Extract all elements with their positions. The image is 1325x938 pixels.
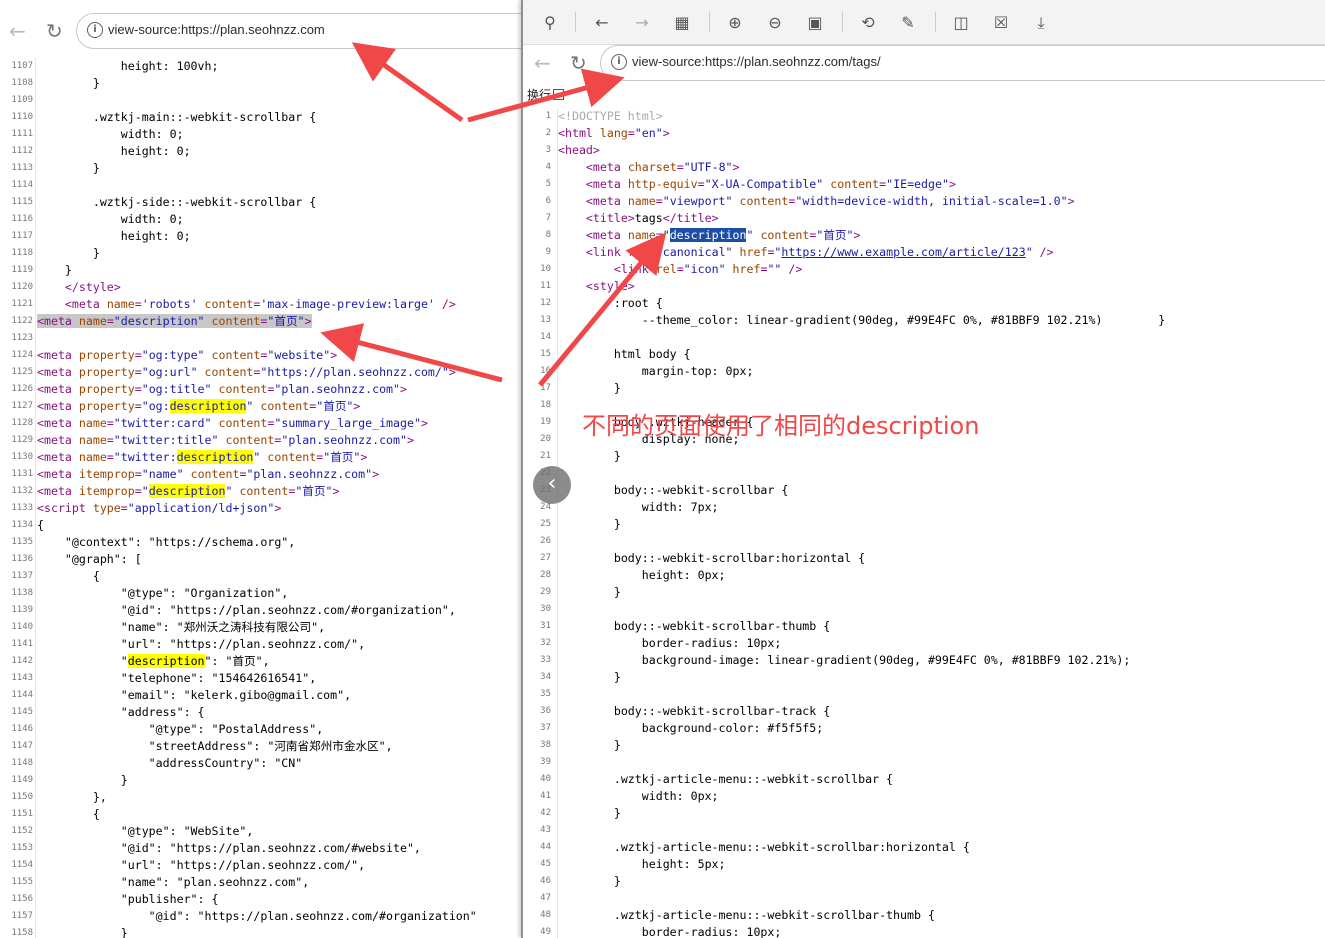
annotation-arrows (320, 42, 667, 387)
arrow-to-left-url (351, 42, 464, 123)
arrow-to-right-description (538, 232, 667, 387)
arrow-to-right-url (467, 68, 625, 123)
arrow-to-left-description (320, 323, 503, 383)
